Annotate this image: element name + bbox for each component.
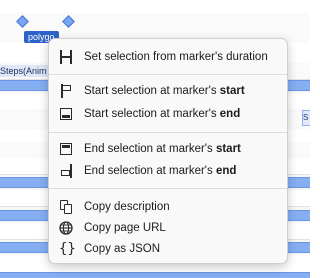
- menu-item-start-at-start[interactable]: Start selection at marker's start: [53, 81, 283, 101]
- menu-item-label: Copy as JSON: [84, 243, 161, 255]
- marker-context-menu: Set selection from marker's duration Sta…: [48, 38, 288, 264]
- menu-item-copy-description[interactable]: Copy description: [53, 197, 283, 217]
- box-end-icon: [59, 107, 73, 121]
- menu-item-set-selection-duration[interactable]: Set selection from marker's duration: [53, 47, 283, 67]
- track-bar[interactable]: [0, 272, 310, 278]
- menu-item-copy-json[interactable]: {} Copy as JSON: [53, 239, 283, 259]
- menu-item-label: Copy description: [84, 201, 170, 213]
- flag-end-icon: [59, 164, 73, 178]
- menu-item-label: Start selection at marker's end: [84, 108, 241, 120]
- globe-icon: [59, 221, 73, 235]
- menu-separator: [49, 132, 287, 133]
- menu-separator: [49, 188, 287, 189]
- track-label[interactable]: Steps(Anim: [0, 65, 50, 77]
- menu-item-label: End selection at marker's end: [84, 165, 237, 177]
- bracket-icon: [59, 50, 73, 64]
- menu-item-end-at-end[interactable]: End selection at marker's end: [53, 161, 283, 181]
- timeline-view: polygo Steps(Anim S Set selection from m…: [0, 0, 310, 278]
- copy-doc-icon: [59, 200, 73, 214]
- menu-item-end-at-start[interactable]: End selection at marker's start: [53, 139, 283, 159]
- side-tag[interactable]: S: [302, 110, 310, 126]
- menu-item-start-at-end[interactable]: Start selection at marker's end: [53, 104, 283, 124]
- menu-separator: [49, 74, 287, 75]
- menu-item-copy-page-url[interactable]: Copy page URL: [53, 218, 283, 238]
- menu-item-label: Copy page URL: [84, 222, 166, 234]
- menu-item-label: Set selection from marker's duration: [84, 51, 268, 63]
- box-start-icon: [59, 142, 73, 156]
- flag-start-icon: [59, 84, 73, 98]
- timeline-row: [0, 0, 310, 14]
- menu-item-label: End selection at marker's start: [84, 143, 241, 155]
- menu-item-label: Start selection at marker's start: [84, 85, 245, 97]
- braces-icon: {}: [59, 241, 76, 257]
